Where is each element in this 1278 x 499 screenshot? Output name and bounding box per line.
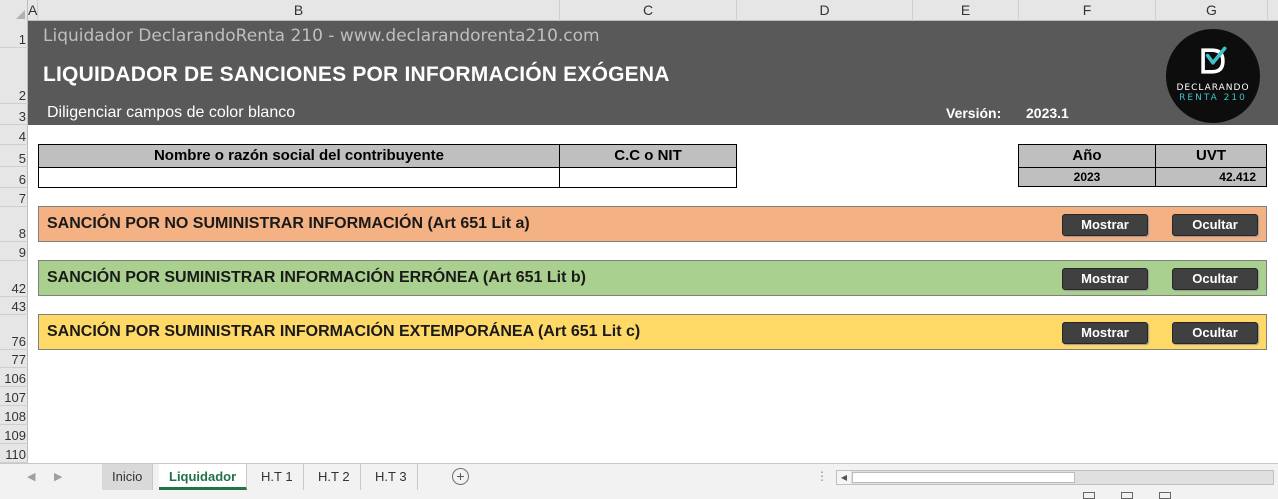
row-header[interactable]: 1 <box>0 21 28 48</box>
version-label: Versión: <box>946 105 1002 121</box>
ocultar-button[interactable]: Ocultar <box>1172 322 1258 344</box>
version-value: 2023.1 <box>1026 105 1069 121</box>
column-header-g[interactable]: G <box>1156 0 1268 21</box>
column-header-bar: A B C D E F G <box>0 0 1278 21</box>
row-header[interactable]: 76 <box>0 315 28 350</box>
select-all-corner[interactable] <box>0 0 28 21</box>
plus-circle-icon[interactable]: + <box>452 468 469 485</box>
sheet-tab-inicio[interactable]: Inicio <box>102 464 154 490</box>
taxpayer-id-header: C.C o NIT <box>559 144 737 168</box>
column-header-f[interactable]: F <box>1019 0 1156 21</box>
mostrar-button[interactable]: Mostrar <box>1062 214 1148 236</box>
normal-view-icon[interactable] <box>1083 492 1095 499</box>
site-caption: Liquidador DeclarandoRenta 210 - www.dec… <box>43 26 600 46</box>
row-header[interactable]: 4 <box>0 125 28 145</box>
row-header[interactable]: 5 <box>0 145 28 167</box>
column-header-e[interactable]: E <box>913 0 1019 21</box>
column-header-d[interactable]: D <box>737 0 913 21</box>
row-header[interactable]: 7 <box>0 188 28 207</box>
row-header[interactable]: 106 <box>0 368 28 387</box>
header-banner: Liquidador DeclarandoRenta 210 - www.dec… <box>28 21 1278 125</box>
row-header[interactable]: 42 <box>0 261 28 297</box>
section-title: SANCIÓN POR SUMINISTRAR INFORMACIÓN ERRÓ… <box>47 269 586 286</box>
sheet-tab-ht1[interactable]: H.T 1 <box>251 464 304 490</box>
ocultar-button[interactable]: Ocultar <box>1172 268 1258 290</box>
sheet-tab-ht3[interactable]: H.T 3 <box>365 464 418 490</box>
row-header[interactable]: 3 <box>0 104 28 125</box>
section-no-suministrar: SANCIÓN POR NO SUMINISTRAR INFORMACIÓN (… <box>38 206 1267 242</box>
row-header[interactable]: 110 <box>0 444 28 463</box>
year-header: Año <box>1018 144 1156 168</box>
sheet-tab-ht2[interactable]: H.T 2 <box>308 464 361 490</box>
row-header[interactable]: 8 <box>0 207 28 242</box>
triangle-right-icon[interactable]: ▶ <box>54 470 62 483</box>
sheet-tab-bar: ◀ ▶ Inicio Liquidador H.T 1 H.T 2 H.T 3 … <box>0 463 1278 490</box>
horizontal-scrollbar[interactable]: ◀ <box>836 470 1274 485</box>
section-informacion-erronea: SANCIÓN POR SUMINISTRAR INFORMACIÓN ERRÓ… <box>38 260 1267 296</box>
column-header-c[interactable]: C <box>560 0 737 21</box>
section-informacion-extemporanea: SANCIÓN POR SUMINISTRAR INFORMACIÓN EXTE… <box>38 314 1267 350</box>
scroll-left-icon[interactable]: ◀ <box>837 471 851 484</box>
taxpayer-name-input[interactable] <box>38 167 560 188</box>
year-value: 2023 <box>1018 167 1156 187</box>
taxpayer-name-header: Nombre o razón social del contribuyente <box>38 144 560 168</box>
page-break-icon[interactable] <box>1159 492 1171 499</box>
row-header[interactable]: 6 <box>0 167 28 188</box>
ocultar-button[interactable]: Ocultar <box>1172 214 1258 236</box>
logo-text-line1: DECLARANDO <box>1176 83 1250 93</box>
mostrar-button[interactable]: Mostrar <box>1062 322 1148 344</box>
row-header-bar: 1 2 3 4 5 6 7 8 9 42 43 76 77 106 107 10… <box>0 21 28 463</box>
page-layout-icon[interactable] <box>1121 492 1133 499</box>
triangle-left-icon[interactable]: ◀ <box>27 470 35 483</box>
instructions-text: Diligenciar campos de color blanco <box>47 104 296 121</box>
row-header[interactable]: 9 <box>0 242 28 261</box>
declarando-renta-logo: DECLARANDO RENTA 210 <box>1166 29 1260 123</box>
row-header[interactable]: 107 <box>0 387 28 406</box>
uvt-value: 42.412 <box>1155 167 1267 187</box>
column-header-a[interactable]: A <box>28 0 38 21</box>
row-header[interactable]: 109 <box>0 425 28 444</box>
uvt-header: UVT <box>1155 144 1267 168</box>
row-header[interactable]: 2 <box>0 48 28 104</box>
scrollbar-thumb[interactable] <box>852 472 1075 483</box>
page-title: LIQUIDADOR DE SANCIONES POR INFORMACIÓN … <box>43 63 670 86</box>
row-header[interactable]: 108 <box>0 406 28 425</box>
taxpayer-id-input[interactable] <box>559 167 737 188</box>
tab-split-handle[interactable]: ⋮ <box>816 469 828 483</box>
checkmark-d-logo-icon <box>1201 46 1227 74</box>
section-title: SANCIÓN POR SUMINISTRAR INFORMACIÓN EXTE… <box>47 323 641 340</box>
sheet-tab-liquidador[interactable]: Liquidador <box>159 464 248 490</box>
section-title: SANCIÓN POR NO SUMINISTRAR INFORMACIÓN (… <box>47 215 530 232</box>
status-bar <box>0 490 1278 499</box>
row-header[interactable]: 43 <box>0 297 28 315</box>
row-header[interactable]: 77 <box>0 350 28 368</box>
mostrar-button[interactable]: Mostrar <box>1062 268 1148 290</box>
column-header-b[interactable]: B <box>38 0 560 21</box>
logo-text-line2: RENTA 210 <box>1179 93 1247 103</box>
